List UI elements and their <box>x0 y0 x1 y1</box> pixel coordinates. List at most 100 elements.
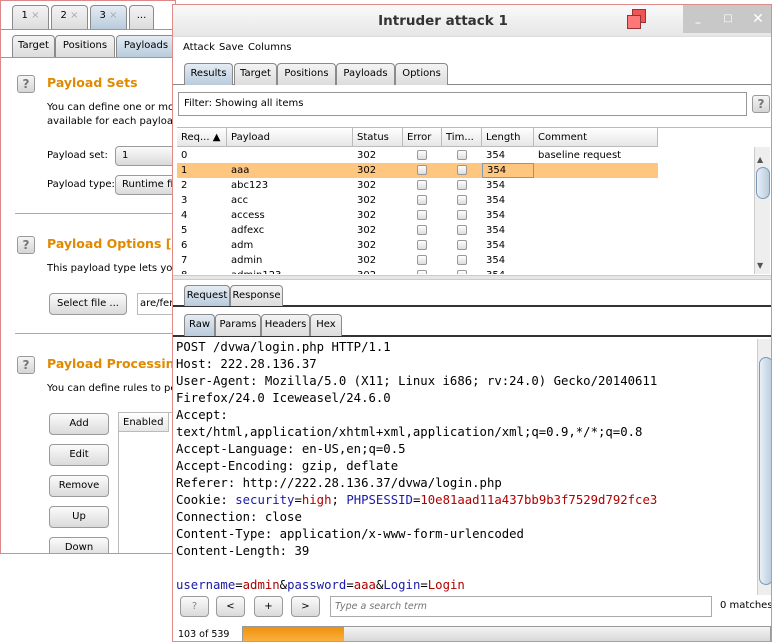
title-bar[interactable]: Intruder attack 1 _ □ ✕ <box>173 5 771 37</box>
add-button[interactable]: Add <box>49 413 109 435</box>
timeout-checkbox[interactable] <box>457 180 467 190</box>
timeout-checkbox[interactable] <box>457 195 467 205</box>
help-button[interactable]: ? <box>180 596 209 617</box>
edit-button[interactable]: Edit <box>49 444 109 466</box>
payload-type-select[interactable]: Runtime fil <box>115 175 175 195</box>
maximize-button[interactable]: □ <box>713 5 743 33</box>
column-enabled[interactable]: Enabled <box>119 413 169 432</box>
results-scrollbar[interactable]: ▲ ▼ <box>754 147 770 274</box>
split-divider[interactable] <box>173 275 771 280</box>
table-row[interactable]: 3 acc 302 354 <box>177 193 658 208</box>
previous-match-button[interactable]: < <box>216 596 245 617</box>
request-scrollbar[interactable] <box>757 339 771 595</box>
tab-params[interactable]: Params <box>215 314 261 336</box>
cookie-value: high <box>301 493 332 507</box>
menu-save[interactable]: Save <box>219 42 244 53</box>
cell-status: 302 <box>357 165 377 176</box>
column-request[interactable]: Req... ▲ <box>177 128 227 147</box>
cell-length: 354 <box>482 163 534 178</box>
tab-1[interactable]: 1 × <box>12 5 49 29</box>
close-icon[interactable]: × <box>31 10 39 21</box>
column-timeout[interactable]: Tim... <box>442 128 482 147</box>
search-input[interactable] <box>330 596 712 617</box>
tab-2[interactable]: 2 × <box>51 5 88 29</box>
timeout-checkbox[interactable] <box>457 240 467 250</box>
timeout-checkbox[interactable] <box>457 165 467 175</box>
scroll-down-icon[interactable]: ▼ <box>757 261 763 270</box>
tab-target[interactable]: Target <box>234 63 277 85</box>
help-icon[interactable]: ? <box>752 95 770 113</box>
error-checkbox[interactable] <box>417 255 427 265</box>
timeout-checkbox[interactable] <box>457 150 467 160</box>
payload-set-select[interactable]: 1 <box>115 146 175 166</box>
request-line: POST /dvwa/login.php HTTP/1.1 <box>176 340 391 354</box>
error-checkbox[interactable] <box>417 195 427 205</box>
close-icon[interactable]: × <box>109 10 117 21</box>
timeout-checkbox[interactable] <box>457 210 467 220</box>
tab-label: 1 <box>21 10 28 21</box>
timeout-checkbox[interactable] <box>457 225 467 235</box>
timeout-checkbox[interactable] <box>457 270 467 274</box>
scroll-thumb[interactable] <box>756 167 770 199</box>
table-row[interactable]: 7 admin 302 354 <box>177 253 658 268</box>
table-row[interactable]: 8 admin123 302 354 <box>177 268 658 274</box>
remove-button[interactable]: Remove <box>49 475 109 497</box>
tab-response[interactable]: Response <box>230 285 283 306</box>
tab-options[interactable]: Options <box>395 63 448 85</box>
up-button[interactable]: Up <box>49 506 109 528</box>
error-checkbox[interactable] <box>417 180 427 190</box>
tab-raw[interactable]: Raw <box>184 314 215 336</box>
tab-3[interactable]: 3 × <box>90 5 127 29</box>
error-checkbox[interactable] <box>417 210 427 220</box>
tab-payloads[interactable]: Payloads <box>336 63 395 85</box>
error-checkbox[interactable] <box>417 225 427 235</box>
description: available for each payload s <box>47 116 176 127</box>
help-icon[interactable]: ? <box>17 356 35 374</box>
error-checkbox[interactable] <box>417 150 427 160</box>
column-error[interactable]: Error <box>403 128 442 147</box>
timeout-checkbox[interactable] <box>457 255 467 265</box>
table-row[interactable]: 6 adm 302 354 <box>177 238 658 253</box>
tab-request[interactable]: Request <box>184 285 230 306</box>
menu-columns[interactable]: Columns <box>248 42 292 53</box>
down-button[interactable]: Down <box>49 537 109 553</box>
close-icon[interactable]: × <box>70 10 78 21</box>
add-search-button[interactable]: + <box>254 596 283 617</box>
payload-processing-heading: Payload Processing <box>47 356 176 371</box>
help-icon[interactable]: ? <box>17 236 35 254</box>
next-match-button[interactable]: > <box>291 596 320 617</box>
cell-req: 0 <box>181 150 188 161</box>
column-comment[interactable]: Comment <box>534 128 658 147</box>
close-button[interactable]: ✕ <box>743 5 771 33</box>
error-checkbox[interactable] <box>417 270 427 274</box>
menu-attack[interactable]: Attack <box>183 42 215 53</box>
tab-results[interactable]: Results <box>184 63 233 85</box>
error-checkbox[interactable] <box>417 165 427 175</box>
select-file-button[interactable]: Select file ... <box>49 293 127 315</box>
scroll-thumb[interactable] <box>759 357 771 585</box>
request-raw-text[interactable]: POST /dvwa/login.php HTTP/1.1 Host: 222.2… <box>176 339 756 595</box>
tab-target[interactable]: Target <box>12 35 55 57</box>
tab-more[interactable]: ... <box>129 5 154 29</box>
minimize-button[interactable]: _ <box>683 5 713 33</box>
tab-payloads[interactable]: Payloads <box>116 35 175 57</box>
column-length[interactable]: Length <box>482 128 534 147</box>
error-checkbox[interactable] <box>417 240 427 250</box>
text: Cookie: <box>176 493 236 507</box>
file-path-field[interactable]: are/fern <box>137 293 175 315</box>
request-line: Accept: <box>176 408 228 422</box>
table-row[interactable]: 1 aaa 302 354 <box>177 163 658 178</box>
table-row[interactable]: 5 adfexc 302 354 <box>177 223 658 238</box>
table-row[interactable]: 0 302 354 baseline request <box>177 148 658 163</box>
table-row[interactable]: 4 access 302 354 <box>177 208 658 223</box>
tab-positions[interactable]: Positions <box>277 63 336 85</box>
tab-headers[interactable]: Headers <box>261 314 310 336</box>
scroll-up-icon[interactable]: ▲ <box>757 155 763 164</box>
table-row[interactable]: 2 abc123 302 354 <box>177 178 658 193</box>
tab-positions[interactable]: Positions <box>55 35 115 57</box>
filter-bar[interactable]: Filter: Showing all items <box>178 92 747 116</box>
tab-hex[interactable]: Hex <box>310 314 342 336</box>
column-status[interactable]: Status <box>353 128 403 147</box>
column-payload[interactable]: Payload <box>227 128 353 147</box>
help-icon[interactable]: ? <box>17 75 35 93</box>
